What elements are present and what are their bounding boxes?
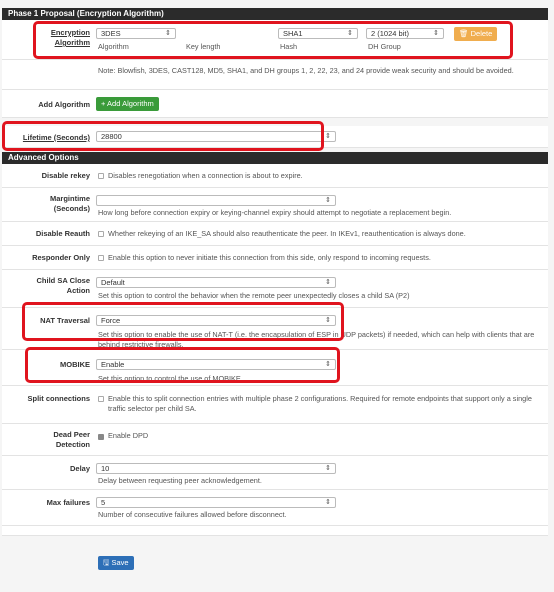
max-failures-help: Number of consecutive failures allowed b… bbox=[98, 510, 287, 519]
phase1-header: Phase 1 Proposal (Encryption Algorithm) bbox=[2, 8, 548, 20]
max-failures-input[interactable]: 5 ⇕ bbox=[96, 497, 336, 508]
responder-only-help: Enable this option to never initiate thi… bbox=[108, 253, 431, 262]
child-sa-label: Child SA Close Action bbox=[36, 276, 90, 295]
highlight-lifetime bbox=[2, 121, 324, 151]
margintime-input[interactable]: ⇕ bbox=[96, 195, 336, 206]
disable-reauth-label: Disable Reauth bbox=[35, 229, 90, 238]
note-row: Note: Blowfish, 3DES, CAST128, MD5, SHA1… bbox=[2, 60, 548, 90]
responder-only-label: Responder Only bbox=[32, 253, 90, 262]
disable-reauth-help: Whether rekeying of an IKE_SA should als… bbox=[108, 229, 466, 238]
split-connections-label: Split connections bbox=[27, 394, 90, 403]
dpd-checkbox[interactable] bbox=[98, 434, 104, 440]
margintime-help: How long before connection expiry or key… bbox=[98, 208, 452, 217]
split-connections-checkbox[interactable] bbox=[98, 396, 104, 402]
disable-reauth-row: Disable Reauth Whether rekeying of an IK… bbox=[2, 222, 548, 246]
save-button[interactable]: 🖫 Save bbox=[98, 556, 134, 570]
delay-input[interactable]: 10 ⇕ bbox=[96, 463, 336, 474]
highlight-encryption bbox=[33, 21, 513, 59]
disable-rekey-help: Disables renegotiation when a connection… bbox=[108, 171, 303, 180]
advanced-header: Advanced Options bbox=[2, 152, 548, 164]
split-connections-row: Split connections Enable this to split c… bbox=[2, 386, 548, 424]
margintime-label: Margintime (Seconds) bbox=[49, 194, 90, 213]
responder-only-row: Responder Only Enable this option to nev… bbox=[2, 246, 548, 270]
updown-caret-icon: ⇕ bbox=[325, 465, 331, 472]
dpd-row: Dead Peer Detection Enable DPD bbox=[2, 424, 548, 456]
spacer-row bbox=[2, 526, 548, 536]
add-algorithm-label: Add Algorithm bbox=[38, 100, 90, 109]
child-sa-help: Set this option to control the behavior … bbox=[98, 291, 410, 300]
dpd-help: Enable DPD bbox=[108, 431, 149, 440]
split-connections-help: Enable this to split connection entries … bbox=[108, 394, 532, 413]
max-failures-row: Max failures 5 ⇕ Number of consecutive fa… bbox=[2, 490, 548, 526]
highlight-nat bbox=[22, 302, 344, 341]
disable-rekey-row: Disable rekey Disables renegotiation whe… bbox=[2, 164, 548, 188]
delay-help: Delay between requesting peer acknowledg… bbox=[98, 476, 262, 485]
delay-label: Delay bbox=[69, 464, 90, 473]
delay-row: Delay 10 ⇕ Delay between requesting peer … bbox=[2, 456, 548, 490]
updown-caret-icon: ⇕ bbox=[325, 133, 331, 140]
margintime-row: Margintime (Seconds) ⇕ How long before co… bbox=[2, 188, 548, 222]
max-failures-label: Max failures bbox=[46, 498, 90, 507]
add-algorithm-row: Add Algorithm + Add Algorithm bbox=[2, 90, 548, 118]
updown-caret-icon: ⇕ bbox=[325, 499, 331, 506]
disable-reauth-checkbox[interactable] bbox=[98, 231, 104, 237]
responder-only-checkbox[interactable] bbox=[98, 255, 104, 261]
floppy-disk-icon: 🖫 bbox=[103, 558, 110, 567]
highlight-mobike bbox=[25, 347, 340, 383]
updown-caret-icon: ⇕ bbox=[325, 197, 331, 204]
weak-security-note: Note: Blowfish, 3DES, CAST128, MD5, SHA1… bbox=[98, 66, 514, 75]
disable-rekey-label: Disable rekey bbox=[41, 171, 90, 180]
child-sa-select[interactable]: Default ⇕ bbox=[96, 277, 336, 288]
updown-caret-icon: ⇕ bbox=[325, 279, 331, 286]
dpd-label: Dead Peer Detection bbox=[53, 430, 90, 449]
add-algorithm-button[interactable]: + Add Algorithm bbox=[96, 97, 159, 111]
disable-rekey-checkbox[interactable] bbox=[98, 173, 104, 179]
